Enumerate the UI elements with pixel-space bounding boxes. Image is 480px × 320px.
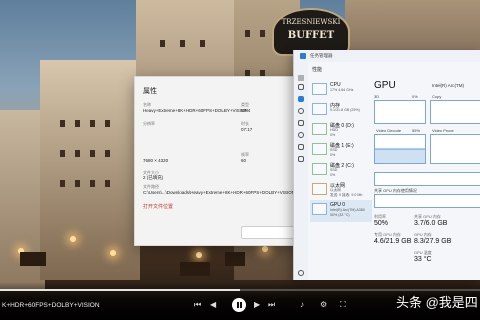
seek-bar[interactable] <box>0 289 480 291</box>
graph-2-percent: 55% <box>412 128 421 133</box>
gpu-memory-value: 8.3/27.9 GB <box>414 238 452 245</box>
resource-list: CPU 17% 4.64 GHz 内存 9.1/31.8 GB (29%) 磁盘… <box>310 78 372 278</box>
graph-1b-label: Copy <box>432 94 442 99</box>
resource-detail: 17% 4.64 GHz <box>330 88 354 92</box>
fullscreen-icon[interactable]: ⛶ <box>340 300 346 310</box>
gpu-temperature-value: 33 °C <box>414 256 432 263</box>
next-icon[interactable]: ⏭ <box>268 300 275 310</box>
resource-detail: SSD <box>330 168 338 172</box>
resource-item-memory[interactable]: 内存 9.1/31.8 GB (29%) <box>310 100 372 122</box>
graph-3d <box>374 100 426 124</box>
resource-item-ethernet[interactable]: 以太网 以太网 发送: 0 接收: 9.0 Mb <box>310 180 372 202</box>
dedicated-memory-value: 4.6/21.9 GB <box>374 238 412 245</box>
previous-icon[interactable]: ⏮ <box>194 300 201 310</box>
gpu-0-sparkline <box>312 203 327 215</box>
building-far-right <box>345 0 480 50</box>
resource-detail: SSD <box>330 148 338 152</box>
play-pause-button[interactable] <box>232 298 246 312</box>
processes-icon[interactable] <box>298 84 304 90</box>
startup-apps-icon[interactable] <box>298 120 304 126</box>
open-file-location-link[interactable]: 打开文件位置 <box>143 203 173 210</box>
gpu-detail-panel: GPU Intel(R) Arc(TM) 3D 0% Copy Video De… <box>374 78 480 280</box>
size-value: 2 (已填充) <box>143 175 164 180</box>
resource-detail: HDD <box>330 128 338 132</box>
settings-icon[interactable]: ⚙ <box>320 300 327 310</box>
task-manager-title: 任务管理器 <box>310 53 333 58</box>
properties-dialog: 属性 名称 Heavy+Extreme+8K+HDR+60FPS+DOLBY+V… <box>134 76 306 246</box>
services-icon[interactable] <box>298 156 304 162</box>
section-title: 性能 <box>312 67 323 73</box>
watermark: 头条 @我是四 <box>396 295 478 310</box>
properties-title: 属性 <box>143 88 157 95</box>
graph-2-label: Video Decode <box>376 128 402 133</box>
gpu-model: Intel(R) Arc(TM) <box>432 83 464 88</box>
resource-detail: 9.1/31.8 GB (29%) <box>330 108 360 112</box>
users-icon[interactable] <box>298 132 304 138</box>
name-value: Heavy+Extreme+8K+HDR+60FPS+DOLBY+VISION <box>143 108 248 113</box>
resource-item-disk-0[interactable]: 磁盘 0 (D:) HDD 0% <box>310 120 372 142</box>
graph-1-percent: 0% <box>412 94 418 99</box>
buffet-sign: TRZESNIEWSKI BUFFET <box>272 8 350 56</box>
disk-0-sparkline <box>312 123 327 135</box>
path-value: C:\Users\...\Downloads\Heavy+Extreme+8K+… <box>143 190 296 195</box>
resource-detail-2: 发送: 0 接收: 9.0 Mb <box>330 193 363 197</box>
framerate-value: 60 <box>241 158 247 163</box>
video-file-title: K+HDR+60FPS+DOLBY+VISION <box>2 302 100 309</box>
resolution-label: 分辨率 <box>143 121 155 126</box>
hamburger-menu-icon[interactable] <box>298 68 304 81</box>
graph-shared-memory <box>374 194 480 208</box>
type-value: MP4 <box>241 108 251 113</box>
building-ornate <box>40 60 140 280</box>
video-frame: TRZESNIEWSKI BUFFET 属性 名称 Heavy+Extreme+… <box>0 0 480 320</box>
app-history-icon[interactable] <box>298 108 304 114</box>
disk-1-sparkline <box>312 143 327 155</box>
task-manager-window: 任务管理器 性能 CPU 17% 4.64 GHz 内存 9.1/31.8 GB… <box>293 50 480 280</box>
resource-item-disk-1[interactable]: 磁盘 1 (E:) SSD 0% <box>310 140 372 162</box>
resource-item-gpu-0[interactable]: GPU 0 Intel(R) Arc(TM) A380 50% (33 °C) <box>310 200 372 222</box>
graph-video-decode <box>374 134 426 164</box>
resource-detail-2: 0% <box>330 133 336 137</box>
task-manager-icon <box>300 53 306 59</box>
resource-item-cpu[interactable]: CPU 17% 4.64 GHz <box>310 80 372 102</box>
gpu-title: GPU <box>374 80 396 91</box>
navigation-rail <box>294 62 308 280</box>
resource-item-disk-2[interactable]: 磁盘 2 (C:) SSD 0% <box>310 160 372 182</box>
forward-icon[interactable]: ▶ <box>254 300 260 310</box>
duration-value: 07:17 <box>241 127 253 132</box>
rewind-icon[interactable]: ◀ <box>210 300 216 310</box>
utilization-value: 50% <box>374 220 389 227</box>
performance-icon[interactable] <box>298 96 304 102</box>
resource-detail: Intel(R) Arc(TM) A380 <box>330 208 365 212</box>
sign-line-1: TRZESNIEWSKI <box>281 18 341 26</box>
disk-2-sparkline <box>312 163 327 175</box>
sign-line-2: BUFFET <box>287 30 335 41</box>
ethernet-sparkline <box>312 183 327 195</box>
resource-detail-2: 0% <box>330 153 336 157</box>
settings-gear-icon[interactable] <box>298 270 304 276</box>
dialog-close-button[interactable] <box>241 226 299 239</box>
memory-sparkline <box>312 103 327 115</box>
graph-copy <box>430 100 480 124</box>
details-icon[interactable] <box>298 144 304 150</box>
volume-icon[interactable]: ♪ <box>300 300 304 310</box>
resource-detail-2: 50% (33 °C) <box>330 213 350 217</box>
resource-detail-2: 0% <box>330 173 336 177</box>
graph-video-processing <box>430 134 480 164</box>
shared-memory-value: 3.7/6.0 GB <box>414 220 448 227</box>
task-manager-titlebar: 任务管理器 <box>294 50 480 62</box>
cpu-sparkline <box>312 83 327 95</box>
graph-2b-label: Video Proce <box>432 128 454 133</box>
graph-dedicated-memory <box>374 172 480 186</box>
graph-1-label: 3D <box>374 94 380 99</box>
seek-progress <box>0 289 240 291</box>
resolution-value: 7680 × 4320 <box>143 158 169 163</box>
